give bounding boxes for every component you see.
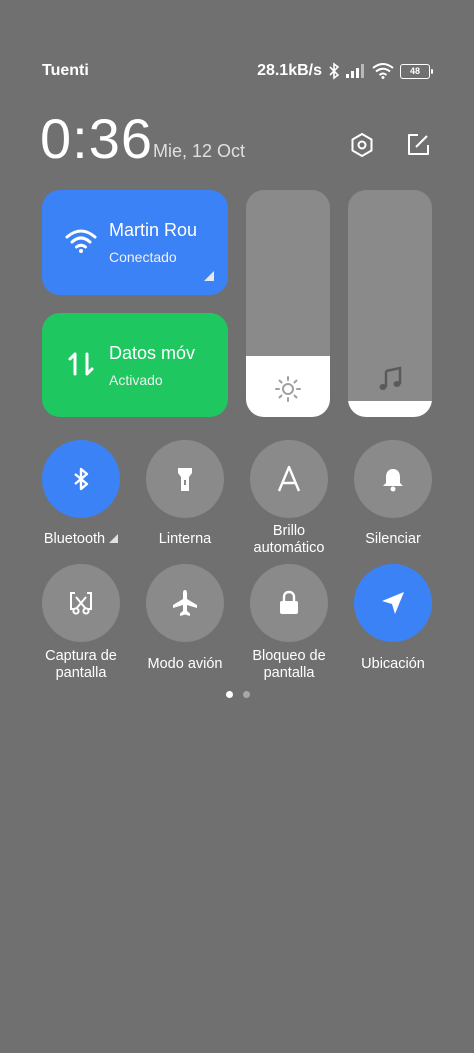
volume-level-fill xyxy=(348,401,432,417)
wifi-tile[interactable]: Martin Rou Conectado xyxy=(42,190,228,295)
bluetooth-toggle[interactable] xyxy=(42,440,120,518)
screenshot-toggle[interactable] xyxy=(42,564,120,642)
wifi-status: Conectado xyxy=(109,249,177,265)
flashlight-label: Linterna xyxy=(158,531,212,547)
edit-icon[interactable] xyxy=(404,131,432,159)
bell-icon xyxy=(383,469,403,492)
screen-lock-label: Bloqueo de pantalla xyxy=(252,648,326,681)
settings-icon[interactable] xyxy=(348,131,376,159)
airplane-toggle[interactable] xyxy=(146,564,224,642)
network-speed: 28.1kB/s xyxy=(257,62,322,79)
screen-lock-toggle[interactable] xyxy=(250,564,328,642)
data-arrows-icon xyxy=(68,352,94,376)
mobile-data-tile[interactable]: Datos móv Activado xyxy=(42,313,228,417)
flashlight-icon xyxy=(178,468,192,491)
wifi-status-icon xyxy=(372,63,394,79)
expand-corner-icon[interactable] xyxy=(204,271,214,281)
location-label: Ubicación xyxy=(361,656,425,672)
music-note-icon xyxy=(379,366,402,390)
expand-corner-icon xyxy=(109,534,119,543)
airplane-label: Modo avión xyxy=(147,656,223,672)
mobile-data-label: Datos móv xyxy=(109,343,196,363)
bluetooth-label-text: Bluetooth xyxy=(43,531,106,547)
flashlight-toggle[interactable] xyxy=(146,440,224,518)
bluetooth-icon xyxy=(74,467,89,491)
battery-indicator: 48 xyxy=(400,63,433,79)
auto-brightness-label: Brillo automático xyxy=(253,523,325,556)
date: Mie, 12 Oct xyxy=(153,141,246,161)
location-icon xyxy=(382,592,404,614)
status-icons: 28.1kB/s 48 xyxy=(257,62,433,80)
status-bar: Tuenti 28.1kB/s 48 xyxy=(0,56,474,86)
page-dot-2[interactable] xyxy=(243,691,250,698)
mobile-data-status: Activado xyxy=(109,372,163,388)
bluetooth-status-icon xyxy=(329,62,340,80)
silence-label: Silenciar xyxy=(365,531,421,547)
auto-brightness-toggle[interactable] xyxy=(250,440,328,518)
wifi-icon xyxy=(65,229,97,253)
clock: 0:36 xyxy=(40,107,153,170)
brightness-slider[interactable] xyxy=(246,190,330,417)
lock-icon xyxy=(280,590,298,614)
sun-icon xyxy=(275,376,301,402)
silence-toggle[interactable] xyxy=(354,440,432,518)
carrier-name: Tuenti xyxy=(42,62,89,79)
auto-brightness-icon xyxy=(277,465,301,492)
location-toggle[interactable] xyxy=(354,564,432,642)
battery-level: 48 xyxy=(409,65,420,76)
screenshot-icon xyxy=(70,592,92,615)
airplane-icon xyxy=(173,590,197,616)
page-dot-1[interactable] xyxy=(226,691,233,698)
page-indicator xyxy=(226,691,250,698)
bluetooth-label: Bluetooth xyxy=(29,531,133,548)
volume-slider[interactable] xyxy=(348,190,432,417)
wifi-network-name: Martin Rou xyxy=(109,220,198,240)
signal-icon xyxy=(346,64,364,78)
screenshot-label: Captura de pantalla xyxy=(45,648,117,681)
